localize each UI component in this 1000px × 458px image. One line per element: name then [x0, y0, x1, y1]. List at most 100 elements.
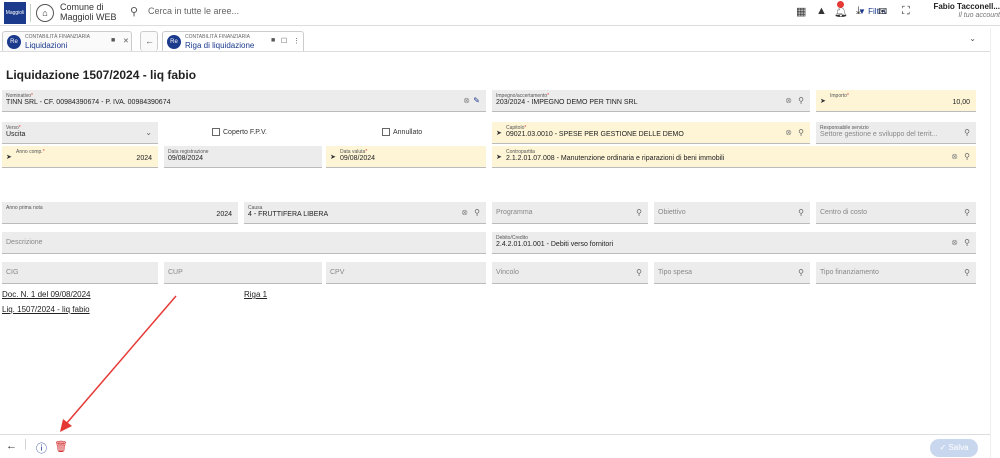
clear-icon[interactable]: ⊗	[463, 96, 470, 105]
anno-comp-field[interactable]: ➤ Anno comp.* 2024	[2, 146, 158, 168]
app-name: Comune di Maggioli WEB	[60, 2, 117, 22]
cup-field[interactable]: CUP	[164, 262, 322, 284]
programma-field[interactable]: Programma ⚲	[492, 202, 648, 224]
clear-icon[interactable]: ⊗	[951, 152, 958, 161]
tab-liquidazioni[interactable]: Re CONTABILITÀ FINANZIARIA Liquidazioni …	[2, 31, 132, 51]
info-icon[interactable]: ⓘ	[36, 440, 47, 456]
search-icon[interactable]: ⚲	[798, 268, 804, 277]
contropartita-value: 2.1.2.01.07.008 - Manutenzione ordinaria…	[506, 155, 725, 162]
search-icon[interactable]: ⚲	[964, 208, 970, 217]
debito-credito-field[interactable]: Debito/Credito 2.4.2.01.01.001 - Debiti …	[492, 232, 976, 254]
search-icon[interactable]: ⚲	[798, 128, 804, 137]
riga-link[interactable]: Riga 1	[244, 290, 267, 299]
descrizione-field[interactable]: Descrizione	[2, 232, 486, 254]
fullscreen-icon[interactable]: ⛶	[902, 5, 910, 18]
coperto-label: Coperto F.P.V.	[223, 128, 267, 136]
save-button[interactable]: ✓ Salva	[930, 439, 978, 457]
more-icon[interactable]: ⋮	[293, 37, 300, 45]
back-arrow-icon: ←	[145, 36, 154, 46]
obiettivo-field[interactable]: Obiettivo ⚲	[654, 202, 810, 224]
coperto-fpv-checkbox[interactable]: Coperto F.P.V.	[212, 128, 267, 136]
cig-field[interactable]: CIG	[2, 262, 158, 284]
anno-comp-value: 2024	[136, 155, 152, 162]
impegno-field[interactable]: Impegno/accertamento* 203/2024 - IMPEGNO…	[492, 90, 810, 112]
search-icon[interactable]: ⚲	[798, 96, 804, 105]
mail-icon[interactable]: ✉	[878, 5, 887, 18]
tab-module: CONTABILITÀ FINANZIARIA	[25, 34, 90, 40]
tipo-finanziamento-field[interactable]: Tipo finanziamento ⚲	[816, 262, 976, 284]
pin-icon[interactable]: ■	[271, 37, 275, 44]
search-input[interactable]: Cerca in tutte le aree...	[148, 6, 239, 16]
doc-link[interactable]: Doc. N. 1 del 09/08/2024	[2, 290, 91, 299]
divider: |	[24, 438, 27, 450]
arrow-icon: ➤	[330, 154, 336, 161]
back-tab-button[interactable]: ←	[140, 31, 158, 51]
debito-value: 2.4.2.01.01.001 - Debiti verso fornitori	[496, 241, 614, 248]
pin-icon[interactable]: ■	[111, 37, 115, 44]
chevron-down-icon[interactable]: ⌄	[969, 34, 976, 43]
importo-value: 10,00	[952, 99, 970, 106]
vincolo-label: Vincolo	[496, 269, 519, 276]
contropartita-field[interactable]: ➤ Contropartita 2.1.2.01.07.008 - Manute…	[492, 146, 976, 168]
trash-icon[interactable]: 🗑︎	[54, 440, 68, 453]
grid-icon[interactable]: ▦	[796, 5, 806, 18]
cig-label: CIG	[6, 269, 19, 276]
tab-badge: Re	[7, 35, 21, 49]
back-arrow-icon[interactable]: ←	[6, 440, 17, 452]
anno-prima-nota-value: 2024	[216, 211, 232, 218]
window-icon[interactable]: ☐	[281, 37, 287, 45]
tab-title: Riga di liquidazione	[185, 41, 255, 50]
vincolo-field[interactable]: Vincolo ⚲	[492, 262, 648, 284]
tab-riga-liquidazione[interactable]: Re CONTABILITÀ FINANZIARIA Riga di liqui…	[162, 31, 304, 51]
tab-module: CONTABILITÀ FINANZIARIA	[185, 34, 250, 40]
data-registrazione-field[interactable]: Data registrazione 09/08/2024	[164, 146, 322, 168]
capitolo-field[interactable]: ➤ Capitolo* 09021.03.0010 - SPESE PER GE…	[492, 122, 810, 144]
clear-icon[interactable]: ⊗	[461, 208, 468, 217]
user-sub: Il tuo account	[958, 12, 1000, 19]
data-valuta-value: 09/08/2024	[340, 155, 376, 162]
tab-badge: Re	[167, 35, 181, 49]
search-icon[interactable]: ⚲	[964, 128, 970, 137]
download-icon[interactable]: ⤓	[856, 5, 861, 18]
search-icon[interactable]: ⚲	[798, 208, 804, 217]
verso-select[interactable]: Verso* Uscita ⌄	[2, 122, 158, 144]
right-rail	[990, 28, 1000, 458]
tab-bar: Re CONTABILITÀ FINANZIARIA Liquidazioni …	[0, 28, 990, 52]
search-icon[interactable]: ⚲	[964, 238, 970, 247]
responsabile-field[interactable]: Responsabile servizio Settore gestione e…	[816, 122, 976, 144]
clear-icon[interactable]: ⊗	[951, 238, 958, 247]
cpv-field[interactable]: CPV	[326, 262, 486, 284]
causa-field[interactable]: Causa 4 - FRUTTIFERA LIBERA ⊗ ⚲	[244, 202, 486, 224]
user-account[interactable]: Fabio Tacconell... Il tuo account	[932, 2, 1000, 20]
clear-icon[interactable]: ⊗	[785, 96, 792, 105]
tipo-spesa-field[interactable]: Tipo spesa ⚲	[654, 262, 810, 284]
importo-field[interactable]: ➤ Importo* 10,00	[816, 90, 976, 112]
anno-prima-nota-field[interactable]: Anno prima nota 2024	[2, 202, 238, 224]
centro-costo-field[interactable]: Centro di costo ⚲	[816, 202, 976, 224]
data-valuta-field[interactable]: ➤ Data valuta* 09/08/2024	[326, 146, 486, 168]
clear-icon[interactable]: ⊗	[785, 128, 792, 137]
town-hall-icon[interactable]: ⌂	[36, 4, 54, 22]
search-icon[interactable]: ⚲	[474, 208, 480, 217]
user-name: Fabio Tacconell...	[933, 2, 1000, 11]
importo-label: Importo	[830, 93, 847, 99]
liquidazione-link[interactable]: Liq. 1507/2024 - liq fabio	[2, 305, 90, 314]
arrow-icon: ➤	[496, 154, 502, 161]
warning-icon[interactable]: ▲	[816, 5, 827, 17]
search-icon[interactable]: ⚲	[636, 208, 642, 217]
search-icon[interactable]: ⚲	[636, 268, 642, 277]
obiettivo-label: Obiettivo	[658, 209, 686, 216]
cpv-label: CPV	[330, 269, 345, 276]
anno-prima-nota-label: Anno prima nota	[6, 205, 43, 211]
close-icon[interactable]: ✕	[123, 37, 129, 45]
arrow-icon: ➤	[496, 130, 502, 137]
search-icon[interactable]: ⚲	[130, 5, 138, 18]
edit-icon[interactable]: ✎	[473, 96, 480, 105]
annullato-checkbox[interactable]: Annullato	[382, 128, 422, 136]
bottom-bar: ← | ⓘ 🗑︎ ✓ Salva	[0, 434, 990, 458]
search-icon[interactable]: ⚲	[964, 152, 970, 161]
nominativo-field[interactable]: Nominativo* TINN SRL - CF. 00984390674 -…	[2, 90, 486, 112]
search-icon[interactable]: ⚲	[964, 268, 970, 277]
app-logo[interactable]: Maggioli	[4, 2, 26, 24]
causa-value: 4 - FRUTTIFERA LIBERA	[248, 211, 329, 218]
